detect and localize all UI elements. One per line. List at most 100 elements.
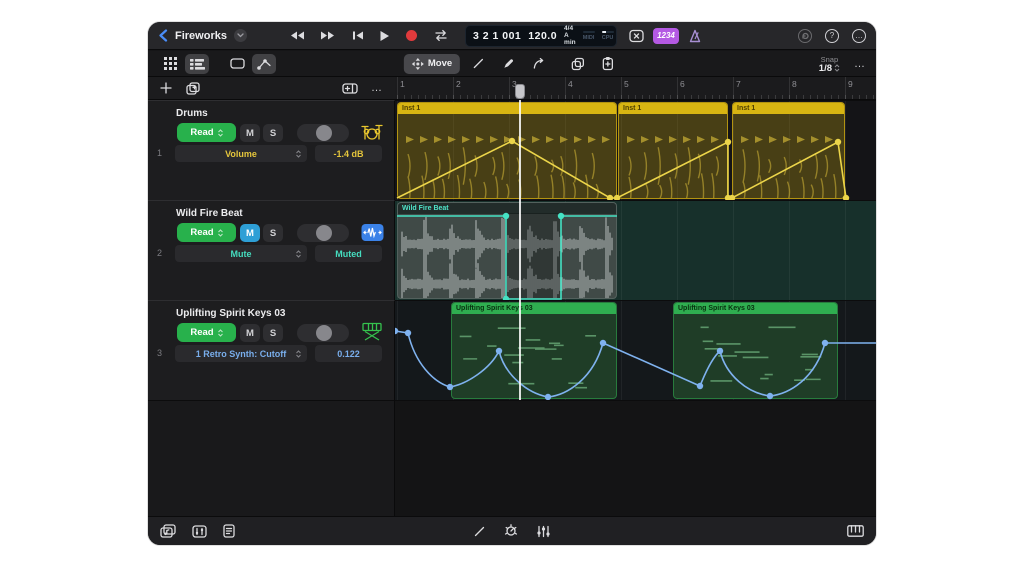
bar-number: 7 — [736, 79, 741, 89]
forward-button[interactable] — [320, 30, 336, 41]
track-toggle[interactable] — [297, 324, 349, 342]
region-label: Inst 1 — [737, 105, 756, 112]
track-lane-wild-fire-beat[interactable]: Wild Fire Beat — [395, 200, 876, 300]
automation-mode-button[interactable]: Read — [177, 323, 236, 342]
channel-strip-icon[interactable] — [536, 525, 551, 538]
track-header-wild-fire-beat[interactable]: 2 Wild Fire Beat Read M S Mute Muted — [148, 200, 395, 300]
dismiss-keyboard-icon[interactable] — [629, 29, 644, 43]
curve-tool-button[interactable] — [526, 54, 550, 74]
mute-button[interactable]: M — [240, 224, 260, 242]
automation-mode-button[interactable]: Read — [177, 223, 236, 242]
toggle-knob[interactable] — [316, 225, 332, 241]
line-tool-button[interactable] — [466, 54, 490, 74]
region-label: Inst 1 — [402, 105, 421, 112]
region-wild-fire-beat[interactable]: Wild Fire Beat — [397, 202, 617, 299]
solo-button[interactable]: S — [263, 324, 283, 342]
editors-icon[interactable] — [223, 524, 235, 538]
track-lane-drums[interactable]: Inst 1 Inst 1 Inst 1 — [395, 100, 876, 200]
ruler-ticks — [395, 95, 876, 99]
browsers-icon[interactable] — [160, 524, 176, 538]
bar-number: 9 — [848, 79, 853, 89]
pencil-editor-icon[interactable] — [473, 525, 486, 538]
region-inst1-b[interactable]: Inst 1 — [618, 102, 728, 199]
track-header-drums[interactable]: 1 Drums Read M S Volume -1.4 dB — [148, 100, 395, 200]
pencil-tool-button[interactable] — [496, 54, 520, 74]
time-signature: 4/4 — [564, 25, 574, 32]
solo-button[interactable]: S — [263, 124, 283, 142]
move-icon — [411, 57, 424, 70]
region-inst1-a[interactable]: Inst 1 — [397, 102, 617, 199]
track-lane-uplifting-spirit-keys[interactable]: Uplifting Spirit Keys 03 Uplifting Spiri… — [395, 300, 876, 400]
automation-value[interactable]: 0.122 — [315, 345, 382, 362]
window-controls-button[interactable]: … — [852, 28, 866, 43]
system-status-icon[interactable] — [798, 28, 812, 43]
cycle-button[interactable] — [433, 29, 449, 42]
live-loops-view-icon[interactable] — [158, 54, 182, 74]
paste-button[interactable] — [596, 54, 620, 74]
mixer-icon[interactable] — [192, 524, 207, 538]
copy-button[interactable] — [566, 54, 590, 74]
audio-waveform-icon[interactable] — [360, 221, 384, 243]
automation-param-select[interactable]: Volume — [175, 145, 307, 162]
project-title-chevron-icon[interactable] — [233, 29, 247, 42]
bar-number: 4 — [568, 79, 573, 89]
add-track-button[interactable] — [160, 82, 172, 94]
solo-button[interactable]: S — [263, 224, 283, 242]
track-number: 3 — [157, 348, 163, 358]
midi-meter: MIDI — [582, 30, 595, 41]
synth-keyboard-icon[interactable] — [360, 321, 384, 343]
view-toolbar: Move Snap 1/8 … — [148, 51, 876, 77]
timeline-empty-area[interactable] — [395, 400, 876, 516]
rewind-button[interactable] — [289, 30, 305, 41]
mute-button[interactable]: M — [240, 124, 260, 142]
audio-waveform-art — [401, 217, 613, 298]
record-button[interactable] — [405, 29, 418, 42]
tracks-view-icon[interactable] — [185, 53, 209, 74]
move-tool-button[interactable]: Move — [403, 53, 461, 74]
count-in-button[interactable]: 1234 — [652, 27, 679, 44]
controls-knob-icon[interactable] — [504, 524, 518, 538]
snap-chevron-icon — [834, 64, 840, 72]
timeline-ruler[interactable]: 1 2 3 4 5 6 7 8 9 — [395, 77, 876, 100]
automation-param-select[interactable]: Mute — [175, 245, 307, 262]
automation-value[interactable]: -1.4 dB — [315, 145, 382, 162]
drummer-waveform-art — [406, 136, 610, 198]
automation-mode-button[interactable]: Read — [177, 123, 236, 142]
go-to-beginning-button[interactable] — [351, 30, 364, 41]
drummer-waveform-art — [741, 136, 837, 198]
back-icon[interactable] — [158, 29, 168, 42]
track-toggle[interactable] — [297, 224, 349, 242]
toggle-knob[interactable] — [316, 325, 332, 341]
track-panel-header: … — [148, 77, 395, 100]
help-button[interactable]: ? — [825, 28, 839, 43]
track-header-uplifting-spirit-keys[interactable]: 3 Uplifting Spirit Keys 03 Read M S 1 Re… — [148, 300, 395, 400]
key-signature: A min — [564, 32, 576, 46]
regions-mode-icon[interactable] — [225, 54, 249, 74]
mute-button[interactable]: M — [240, 324, 260, 342]
drum-kit-icon[interactable] — [360, 121, 384, 143]
duplicate-track-button[interactable] — [186, 81, 200, 95]
snap-control[interactable]: Snap 1/8 — [819, 55, 840, 73]
region-uplifting-keys-b[interactable]: Uplifting Spirit Keys 03 — [673, 302, 838, 399]
midi-notes-art — [700, 326, 822, 382]
region-inst1-c[interactable]: Inst 1 — [732, 102, 845, 199]
track-toggle[interactable] — [297, 124, 349, 142]
desktop-background: Fireworks 3 2 1 001 120.0 4/4 A min MIDI … — [0, 0, 1024, 565]
toggle-knob[interactable] — [316, 125, 332, 141]
track-header-options-button[interactable] — [342, 82, 358, 94]
project-title[interactable]: Fireworks — [175, 30, 227, 42]
tempo-value: 120.0 — [528, 29, 558, 42]
bar-number: 6 — [680, 79, 685, 89]
region-uplifting-keys-a[interactable]: Uplifting Spirit Keys 03 — [451, 302, 617, 399]
metronome-icon[interactable] — [688, 29, 702, 43]
toolbar-more-button[interactable]: … — [854, 58, 866, 70]
automation-value[interactable]: Muted — [315, 245, 382, 262]
play-button[interactable] — [379, 30, 390, 42]
automation-param-select[interactable]: 1 Retro Synth: Cutoff — [175, 345, 307, 362]
track-panel-empty-area — [148, 400, 395, 516]
track-panel-more-button[interactable]: … — [371, 82, 383, 94]
playhead-handle[interactable] — [515, 84, 525, 99]
automation-mode-icon[interactable] — [252, 53, 276, 74]
keyboard-icon[interactable] — [847, 525, 864, 537]
lcd-display[interactable]: 3 2 1 001 120.0 4/4 A min MIDI CPU — [464, 24, 617, 47]
